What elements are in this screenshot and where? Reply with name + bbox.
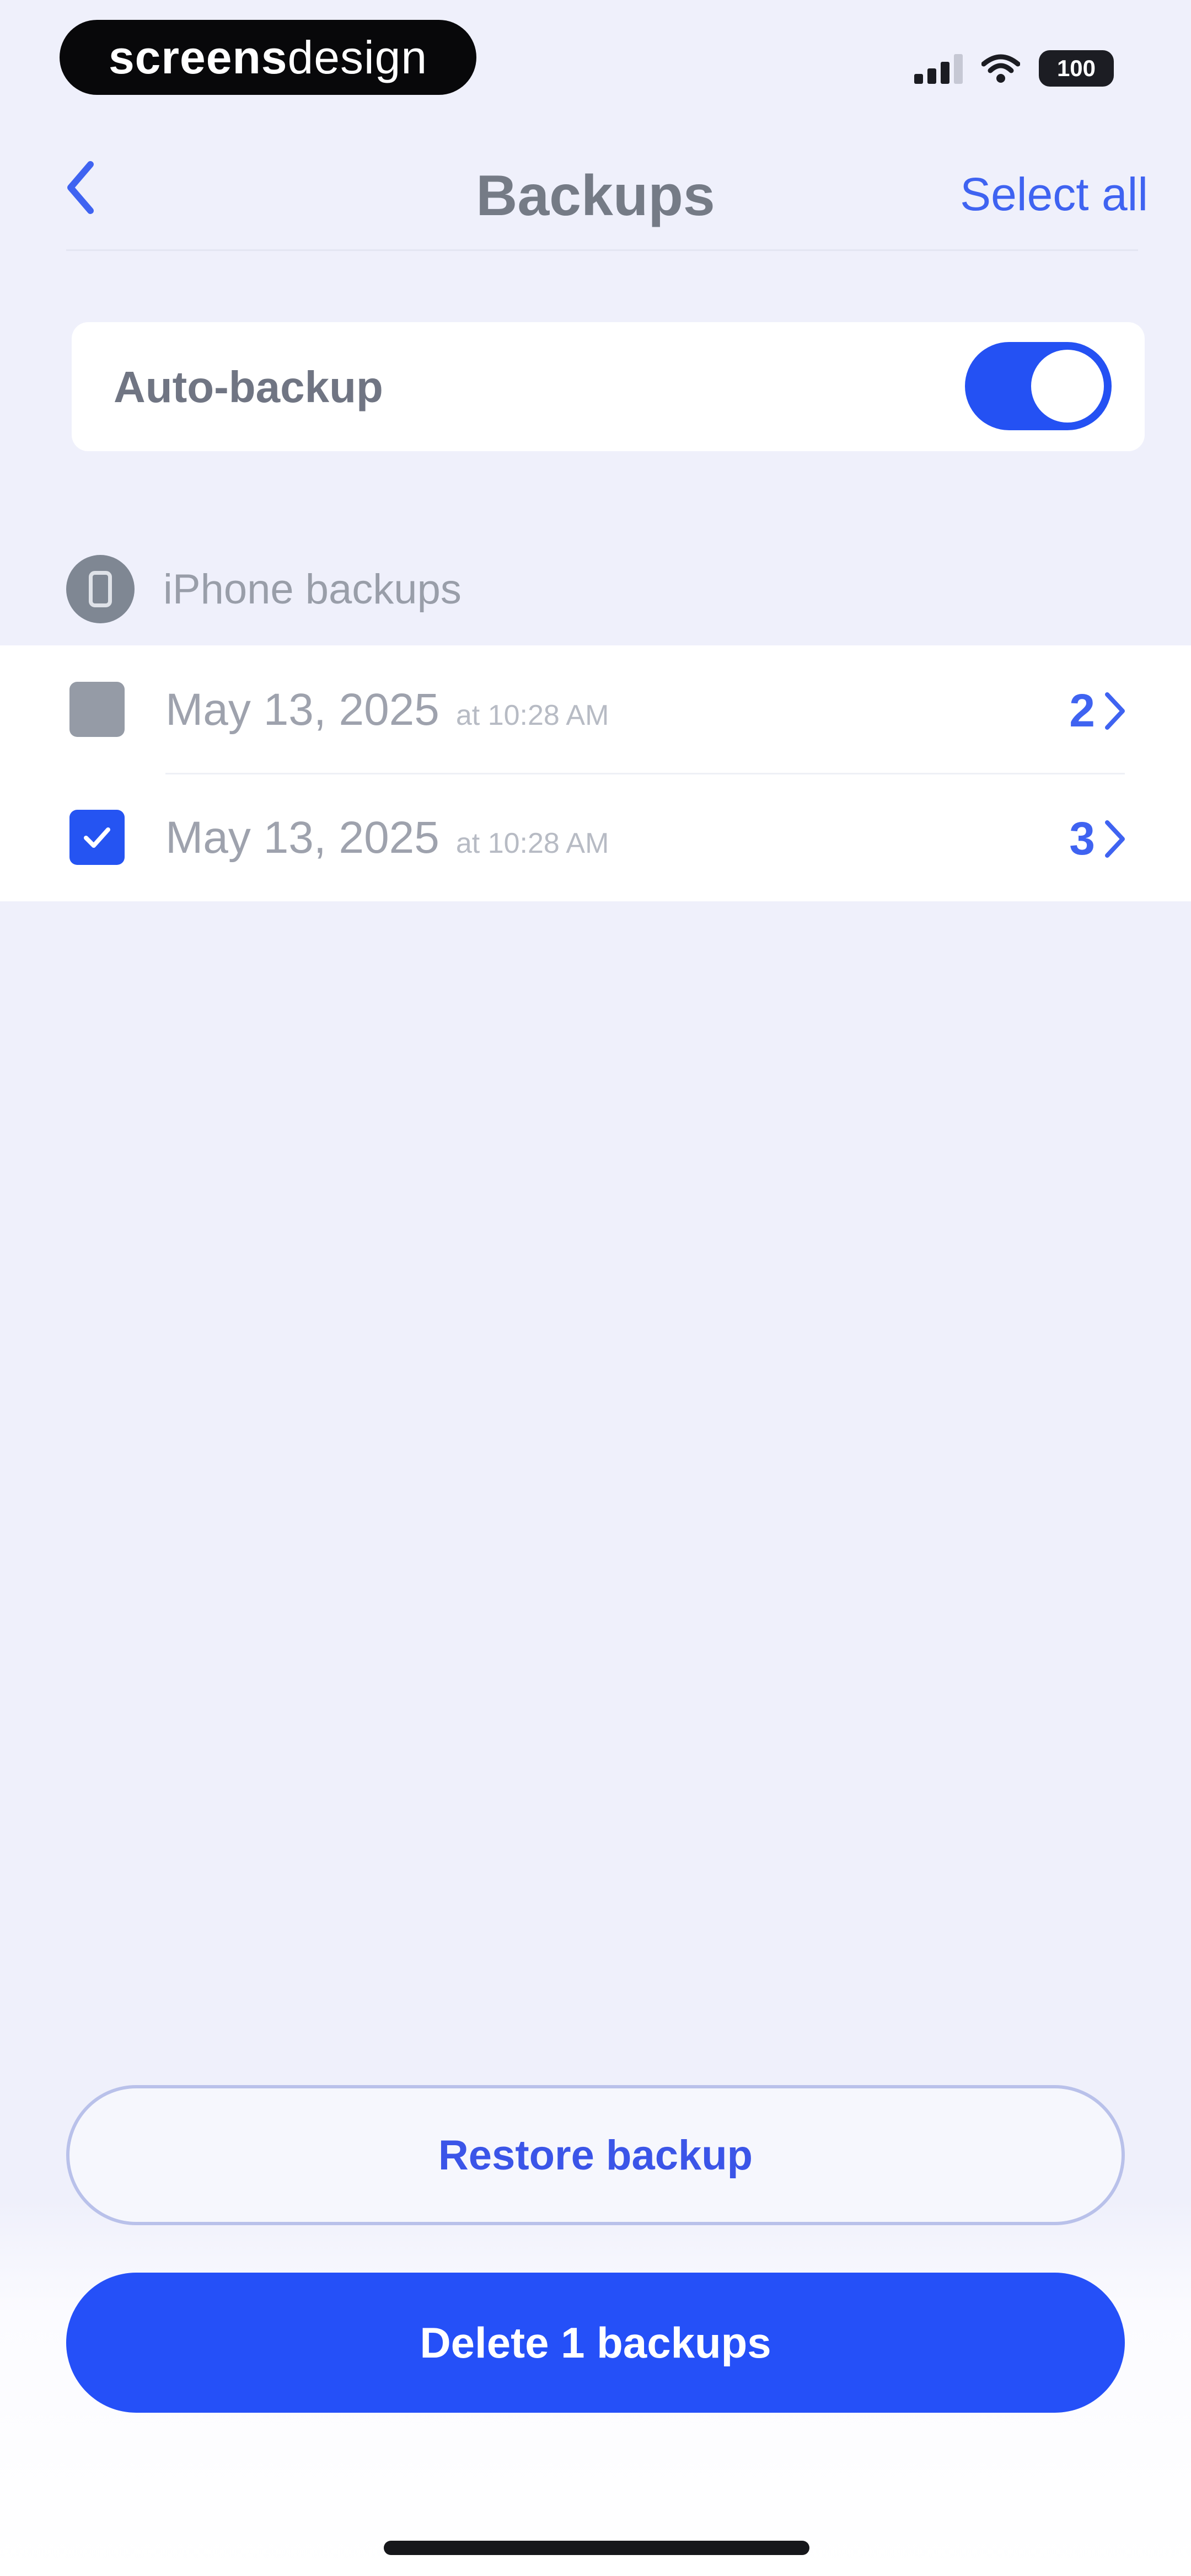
backup-checkbox-checked[interactable] [69, 810, 125, 865]
backup-list: May 13, 2025 at 10:28 AM 2 May 13, 2025 … [0, 645, 1191, 901]
auto-backup-toggle[interactable] [965, 342, 1112, 430]
backup-date: May 13, 2025 at 10:28 AM [165, 684, 609, 736]
wifi-icon [981, 54, 1020, 83]
backup-row[interactable]: May 13, 2025 at 10:28 AM 2 [0, 645, 1191, 774]
backup-checkbox[interactable] [69, 682, 125, 737]
cellular-signal-icon [914, 53, 963, 84]
brand-light-text: design [287, 31, 428, 83]
backup-count-value: 3 [1069, 813, 1095, 864]
battery-icon: 100 [1039, 50, 1114, 87]
auto-backup-card: Auto-backup [72, 322, 1145, 451]
auto-backup-label: Auto-backup [114, 362, 383, 411]
backup-time: at 10:28 AM [455, 827, 609, 859]
select-all-button[interactable]: Select all [960, 168, 1148, 221]
delete-backups-button[interactable]: Delete 1 backups [66, 2273, 1125, 2413]
backup-count-value: 2 [1069, 685, 1095, 736]
brand-bold-text: screens [108, 31, 288, 83]
home-indicator [384, 2541, 809, 2555]
toggle-knob [1031, 350, 1104, 423]
section-title: iPhone backups [163, 565, 462, 613]
backup-count: 3 [1069, 812, 1127, 865]
brand-logo: screens design [60, 20, 476, 95]
chevron-right-icon [1105, 692, 1125, 730]
restore-backup-button[interactable]: Restore backup [66, 2085, 1125, 2225]
status-icons: 100 [914, 46, 1114, 90]
checkmark-icon [84, 827, 110, 848]
battery-level: 100 [1056, 55, 1096, 81]
nav-divider [66, 249, 1138, 251]
backup-date: May 13, 2025 at 10:28 AM [165, 812, 609, 864]
backup-date-text: May 13, 2025 [165, 813, 439, 863]
nav-bar: Backups Select all [0, 132, 1191, 254]
section-header: iPhone backups [66, 555, 462, 623]
status-bar: screens design 100 [0, 0, 1191, 110]
iphone-icon [66, 555, 135, 623]
backups-screen: screens design 100 Backups Select all Au… [0, 0, 1191, 2576]
backup-date-text: May 13, 2025 [165, 685, 439, 735]
backup-row[interactable]: May 13, 2025 at 10:28 AM 3 [0, 773, 1191, 901]
backup-time: at 10:28 AM [455, 699, 609, 731]
chevron-right-icon [1105, 820, 1125, 858]
backup-count: 2 [1069, 684, 1127, 737]
